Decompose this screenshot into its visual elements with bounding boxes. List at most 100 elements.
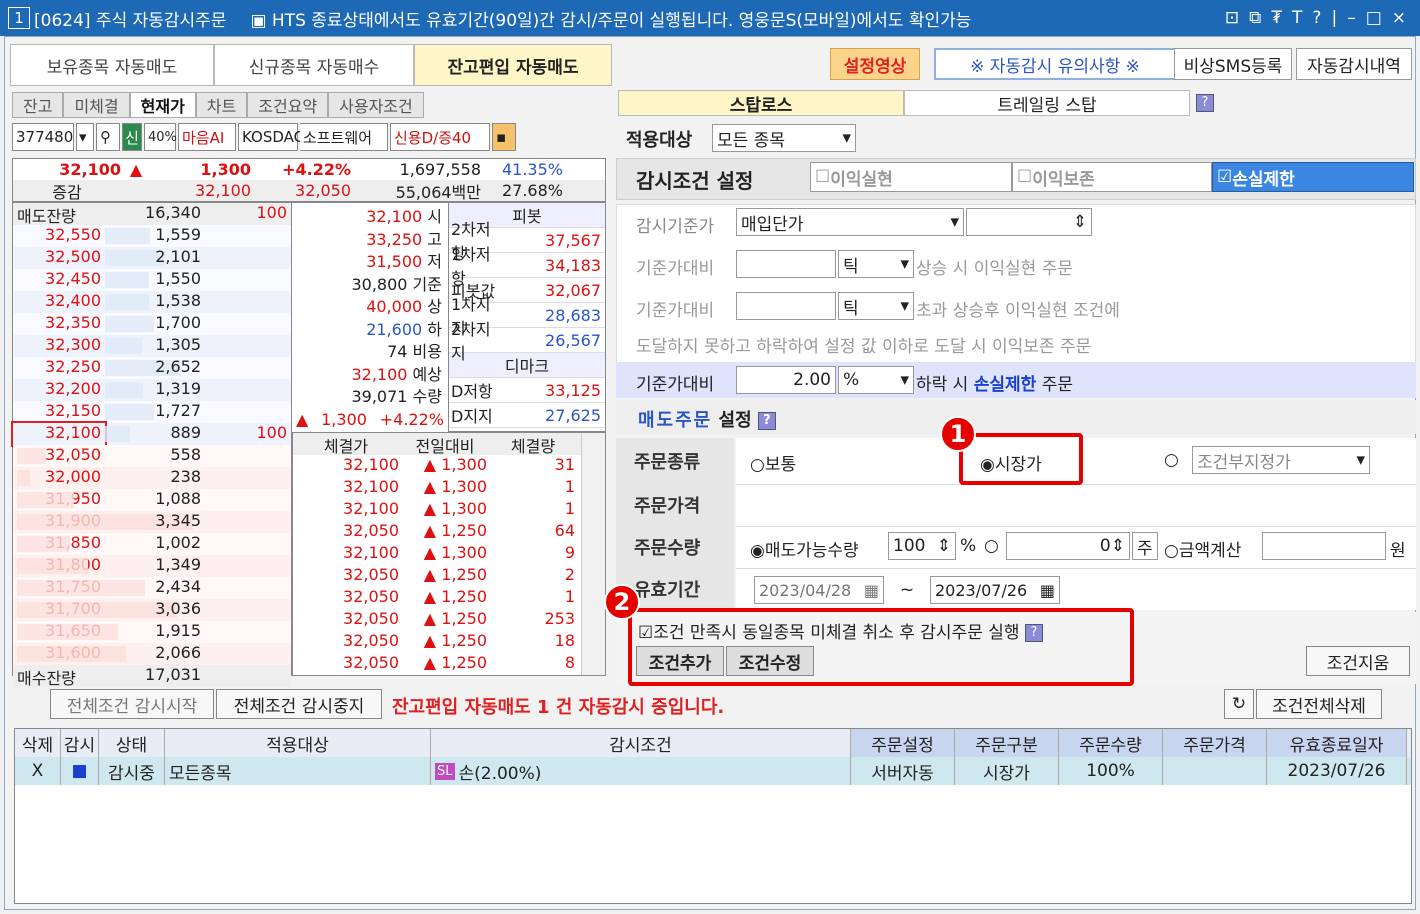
- bid-row[interactable]: 31,7003,036: [13, 599, 291, 621]
- tab-balance[interactable]: 잔고: [12, 92, 64, 118]
- ask-row[interactable]: 32,550 1,559: [13, 225, 291, 247]
- bid-bar: [17, 602, 177, 618]
- window-control-2[interactable]: ₮: [1271, 8, 1282, 28]
- row2-unit-select[interactable]: 틱 ▾: [838, 292, 914, 320]
- tab-condition-summary[interactable]: 조건요약: [247, 92, 329, 118]
- ask-row[interactable]: 32,400 1,538: [13, 291, 291, 313]
- period-from-input[interactable]: 2023/04/28 ▦: [754, 576, 884, 604]
- tab-unfilled[interactable]: 미체결: [63, 92, 130, 118]
- target-select[interactable]: 모든 종목 ▾: [712, 124, 856, 152]
- row4-label: 기준가대비: [636, 375, 715, 395]
- caution-button[interactable]: ※ 자동감시 유의사항 ※: [934, 48, 1176, 80]
- bid-row[interactable]: 31,9501,088: [13, 489, 291, 511]
- ask-row[interactable]: 32,100 889 100: [11, 421, 291, 447]
- search-icon[interactable]: ⚲: [96, 123, 120, 151]
- volume-ratio: 41.35%: [501, 160, 563, 179]
- qty-sellable-option[interactable]: ◉매도가능수량: [750, 536, 859, 561]
- bid-row[interactable]: 31,6501,915: [13, 621, 291, 643]
- tab-chart[interactable]: 차트: [195, 92, 248, 118]
- ordertype-normal[interactable]: ○보통: [750, 450, 796, 475]
- stop-loss-option[interactable]: ☑ 손실제한: [1212, 162, 1414, 192]
- window-control-3[interactable]: T: [1292, 8, 1302, 28]
- qty-shares-option[interactable]: ○: [984, 536, 999, 556]
- conditional-label: 조건부지정가: [1197, 452, 1291, 473]
- table-row[interactable]: X ■ 감시중 모든종목 SL 손(2.00%) 서버자동 시장가 100% 20…: [15, 757, 1411, 785]
- tab-holding-auto-sell[interactable]: 보유종목 자동매도: [10, 44, 214, 86]
- bid-row[interactable]: 32,000 238: [13, 467, 291, 489]
- profit-keep-option[interactable]: ☐ 이익보존: [1012, 162, 1212, 192]
- clear-condition-button[interactable]: 조건지움: [1306, 646, 1410, 676]
- chevron-down-icon[interactable]: ▾: [76, 123, 94, 151]
- qty-amount-input[interactable]: [1262, 532, 1386, 560]
- history-button[interactable]: 자동감시내역: [1296, 48, 1412, 80]
- delete-cell[interactable]: X: [15, 757, 61, 785]
- trade-scrollbar[interactable]: [581, 433, 605, 675]
- window-control-8[interactable]: ×: [1392, 8, 1406, 28]
- window-control-6[interactable]: –: [1347, 8, 1356, 28]
- help-icon[interactable]: ?: [1196, 93, 1214, 113]
- tab-user-condition[interactable]: 사용자조건: [328, 92, 424, 118]
- ask-price: 32,200: [45, 379, 101, 398]
- base-select[interactable]: 매입단가 ▾: [736, 208, 964, 236]
- window-notice: ▣ HTS 종료상태에서도 유효기간(90일)간 감시/주문이 실행됩니다. 영…: [250, 10, 972, 31]
- price-info-row: 74 비용: [292, 338, 448, 361]
- ask-row[interactable]: 32,150 1,727: [13, 401, 291, 423]
- qty-percent-input[interactable]: 100 ⇕: [888, 532, 956, 560]
- ask-row[interactable]: 32,450 1,550: [13, 269, 291, 291]
- price-input-area[interactable]: [736, 484, 1416, 526]
- tab-balance-auto-sell[interactable]: 잔고편입 자동매도: [414, 44, 612, 86]
- window-control-0[interactable]: ⊡: [1225, 8, 1239, 28]
- ask-row[interactable]: 32,300 1,305: [13, 335, 291, 357]
- ask-qty: 1,538: [105, 291, 205, 313]
- window-control-4[interactable]: ?: [1312, 8, 1321, 28]
- window-controls[interactable]: ⊡ ⧉ ₮ T? | – □ ×: [1225, 8, 1406, 28]
- bid-row[interactable]: 31,9003,345: [13, 511, 291, 533]
- bid-row[interactable]: 31,8001,349: [13, 555, 291, 577]
- bid-row[interactable]: 31,850 1,002: [13, 533, 291, 555]
- row2-input[interactable]: [736, 292, 836, 320]
- tab-trailing-stop[interactable]: 트레일링 스탑: [904, 90, 1190, 116]
- qty-shares-input[interactable]: 0 ⇕: [1006, 532, 1130, 560]
- delete-all-button[interactable]: 조건전체삭제: [1256, 689, 1382, 719]
- period-to-input[interactable]: 2023/07/26 ▦: [930, 576, 1060, 604]
- table-header: 주문설정: [851, 729, 955, 757]
- loss-unit-select[interactable]: % ▾: [838, 366, 914, 394]
- help-icon[interactable]: ?: [757, 412, 776, 430]
- setup-video-button[interactable]: 설정영상: [830, 48, 920, 80]
- loss-rate-input[interactable]: 2.00: [736, 366, 836, 394]
- row1-unit-select[interactable]: 틱 ▾: [838, 250, 914, 278]
- bid-qty-value: 1,349: [155, 555, 201, 574]
- watch-toggle[interactable]: ■: [61, 757, 99, 785]
- ask-row[interactable]: 32,200 1,319: [13, 379, 291, 401]
- base-spinner[interactable]: ⇕: [966, 208, 1092, 236]
- condition-cell: SL 손(2.00%): [431, 757, 851, 785]
- sms-register-button[interactable]: 비상SMS등록: [1174, 48, 1292, 80]
- ordertype-conditional[interactable]: ○: [1164, 450, 1179, 470]
- row1-input[interactable]: [736, 250, 836, 278]
- bid-row[interactable]: 31,6002,066: [13, 643, 291, 665]
- table-header: 삭제: [15, 729, 61, 757]
- profit-taking-option[interactable]: ☐ 이익실현: [810, 162, 1012, 192]
- bid-row[interactable]: 32,050 558: [13, 445, 291, 467]
- window-control-1[interactable]: ⧉: [1249, 8, 1261, 28]
- row1-label: 기준가대비: [636, 259, 715, 279]
- bid-row[interactable]: 31,7502,434: [13, 577, 291, 599]
- start-all-button[interactable]: 전체조건 감시시작: [50, 689, 214, 719]
- ask-price: 32,400: [45, 291, 101, 310]
- window-control-5[interactable]: |: [1331, 8, 1337, 28]
- stop-all-button[interactable]: 전체조건 감시중지: [216, 689, 382, 719]
- bid-qty: 558: [17, 445, 205, 467]
- ask-total: 16,340: [145, 203, 201, 222]
- tab-stop-loss[interactable]: 스탑로스: [618, 90, 904, 116]
- tab-current-price[interactable]: 현재가: [129, 92, 196, 118]
- memo-icon[interactable]: ▪: [492, 123, 516, 151]
- qty-amount-option[interactable]: ○금액계산: [1164, 536, 1241, 561]
- ask-row[interactable]: 32,500 2,101: [13, 247, 291, 269]
- stock-code-input[interactable]: 377480: [12, 123, 74, 151]
- ask-row[interactable]: 32,350 1,700: [13, 313, 291, 335]
- window-control-7[interactable]: □: [1366, 8, 1382, 28]
- conditional-select[interactable]: 조건부지정가 ▾: [1192, 446, 1370, 474]
- ask-row[interactable]: 32,250 2,652: [13, 357, 291, 379]
- refresh-icon[interactable]: ↻: [1224, 689, 1254, 719]
- tab-new-auto-buy[interactable]: 신규종목 자동매수: [214, 44, 414, 86]
